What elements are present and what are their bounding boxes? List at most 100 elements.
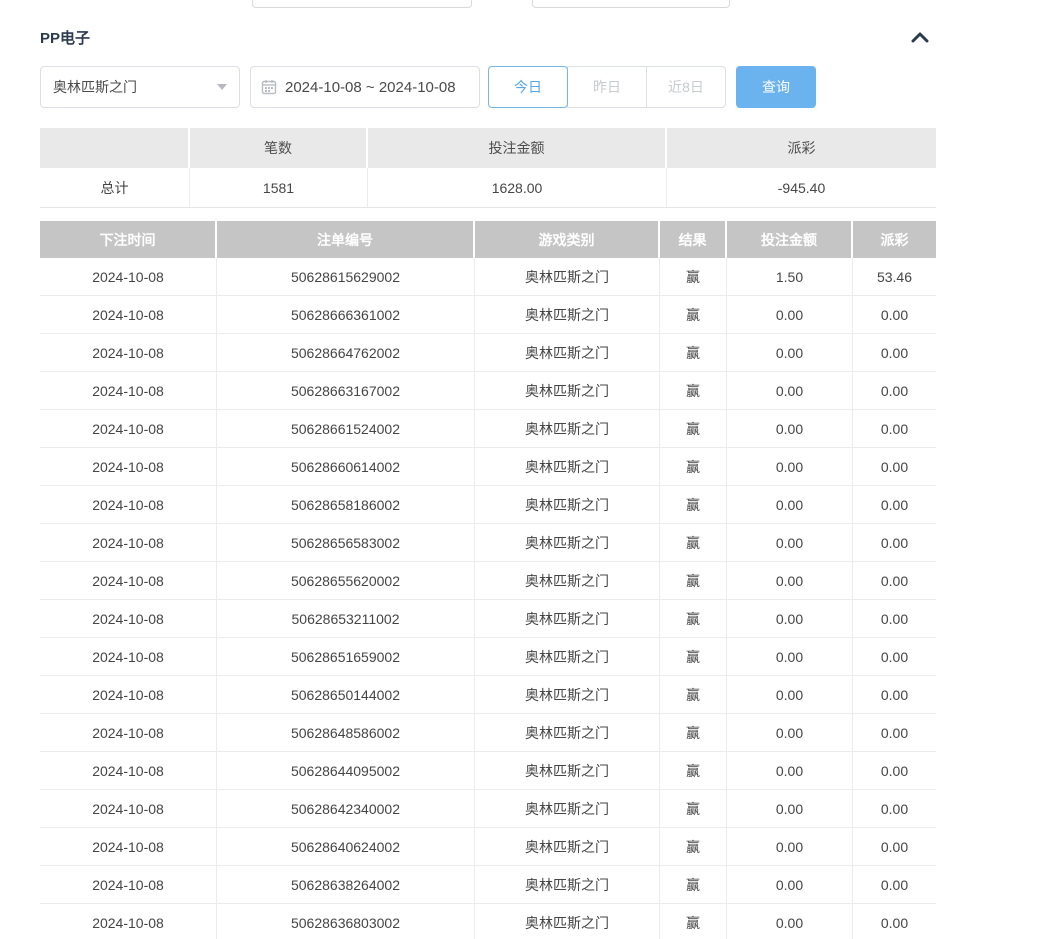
- cell-bet-amount: 0.00: [727, 828, 853, 865]
- table-row: 2024-10-0850628650144002奥林匹斯之门赢0.000.00: [40, 676, 936, 714]
- cell-result: 赢: [660, 638, 727, 675]
- yesterday-button[interactable]: 昨日: [567, 66, 647, 108]
- cell-result: 赢: [660, 372, 727, 409]
- summary-bet-amount-value: 1628.00: [368, 168, 667, 207]
- table-row: 2024-10-0850628661524002奥林匹斯之门赢0.000.00: [40, 410, 936, 448]
- cell-payout: 53.46: [853, 258, 936, 295]
- cell-bet-amount: 0.00: [727, 448, 853, 485]
- table-row: 2024-10-0850628666361002奥林匹斯之门赢0.000.00: [40, 296, 936, 334]
- cell-result: 赢: [660, 296, 727, 333]
- cell-bet-id: 50628663167002: [217, 372, 475, 409]
- table-row: 2024-10-0850628642340002奥林匹斯之门赢0.000.00: [40, 790, 936, 828]
- table-row: 2024-10-0850628648586002奥林匹斯之门赢0.000.00: [40, 714, 936, 752]
- cell-bet-amount: 0.00: [727, 638, 853, 675]
- top-partial-input-2[interactable]: [532, 0, 730, 8]
- cell-bet-amount: 1.50: [727, 258, 853, 295]
- cell-payout: 0.00: [853, 714, 936, 751]
- table-row: 2024-10-0850628638264002奥林匹斯之门赢0.000.00: [40, 866, 936, 904]
- cell-payout: 0.00: [853, 410, 936, 447]
- cell-bet-amount: 0.00: [727, 486, 853, 523]
- cell-game-type: 奥林匹斯之门: [475, 334, 660, 371]
- chevron-up-icon: [910, 30, 930, 44]
- cell-bet-amount: 0.00: [727, 600, 853, 637]
- date-range-value: 2024-10-08 ~ 2024-10-08: [285, 79, 456, 96]
- cell-result: 赢: [660, 904, 727, 939]
- cell-bet-id: 50628661524002: [217, 410, 475, 447]
- cell-game-type: 奥林匹斯之门: [475, 296, 660, 333]
- cell-payout: 0.00: [853, 866, 936, 903]
- cell-game-type: 奥林匹斯之门: [475, 904, 660, 939]
- collapse-section-button[interactable]: [904, 24, 936, 50]
- cell-game-type: 奥林匹斯之门: [475, 714, 660, 751]
- cell-payout: 0.00: [853, 752, 936, 789]
- cell-result: 赢: [660, 828, 727, 865]
- cell-payout: 0.00: [853, 638, 936, 675]
- cell-result: 赢: [660, 524, 727, 561]
- cell-bet-id: 50628615629002: [217, 258, 475, 295]
- cell-bet-time: 2024-10-08: [40, 562, 217, 599]
- table-row: 2024-10-0850628660614002奥林匹斯之门赢0.000.00: [40, 448, 936, 486]
- cell-game-type: 奥林匹斯之门: [475, 866, 660, 903]
- quick-date-button-group: 今日 昨日 近8日: [488, 66, 726, 108]
- cell-bet-time: 2024-10-08: [40, 828, 217, 865]
- cell-payout: 0.00: [853, 904, 936, 939]
- bet-records-table: 下注时间 注单编号 游戏类别 结果 投注金额 派彩 2024-10-085062…: [40, 221, 936, 939]
- header-bet-id: 注单编号: [217, 221, 475, 258]
- cell-bet-amount: 0.00: [727, 714, 853, 751]
- cell-bet-time: 2024-10-08: [40, 638, 217, 675]
- summary-table: 笔数 投注金额 派彩 总计 1581 1628.00 -945.40: [40, 128, 936, 208]
- cell-bet-amount: 0.00: [727, 866, 853, 903]
- cell-result: 赢: [660, 600, 727, 637]
- summary-header-count: 笔数: [190, 128, 368, 168]
- cell-bet-time: 2024-10-08: [40, 448, 217, 485]
- cell-bet-id: 50628648586002: [217, 714, 475, 751]
- table-row: 2024-10-0850628663167002奥林匹斯之门赢0.000.00: [40, 372, 936, 410]
- cell-game-type: 奥林匹斯之门: [475, 486, 660, 523]
- cell-bet-id: 50628650144002: [217, 676, 475, 713]
- cell-game-type: 奥林匹斯之门: [475, 790, 660, 827]
- cell-bet-amount: 0.00: [727, 676, 853, 713]
- pp-electronic-report-panel: PP电子 奥林匹斯之门 2024-10-08 ~: [0, 0, 1057, 939]
- cell-bet-id: 50628664762002: [217, 334, 475, 371]
- cell-game-type: 奥林匹斯之门: [475, 676, 660, 713]
- summary-payout-value: -945.40: [667, 168, 936, 207]
- cell-bet-time: 2024-10-08: [40, 600, 217, 637]
- cell-bet-amount: 0.00: [727, 372, 853, 409]
- cell-bet-id: 50628656583002: [217, 524, 475, 561]
- cell-bet-id: 50628636803002: [217, 904, 475, 939]
- calendar-icon: [261, 79, 277, 95]
- cell-bet-time: 2024-10-08: [40, 296, 217, 333]
- cell-bet-amount: 0.00: [727, 904, 853, 939]
- table-row: 2024-10-0850628644095002奥林匹斯之门赢0.000.00: [40, 752, 936, 790]
- header-payout: 派彩: [853, 221, 936, 258]
- table-row: 2024-10-0850628653211002奥林匹斯之门赢0.000.00: [40, 600, 936, 638]
- date-range-input[interactable]: 2024-10-08 ~ 2024-10-08: [250, 66, 480, 108]
- table-row: 2024-10-0850628658186002奥林匹斯之门赢0.000.00: [40, 486, 936, 524]
- summary-total-row: 总计 1581 1628.00 -945.40: [40, 168, 936, 208]
- game-select-value: 奥林匹斯之门: [53, 77, 137, 97]
- cell-payout: 0.00: [853, 676, 936, 713]
- cell-bet-id: 50628660614002: [217, 448, 475, 485]
- bet-table-body: 2024-10-0850628615629002奥林匹斯之门赢1.5053.46…: [40, 258, 936, 939]
- cell-game-type: 奥林匹斯之门: [475, 828, 660, 865]
- bet-table-header-row: 下注时间 注单编号 游戏类别 结果 投注金额 派彩: [40, 221, 936, 258]
- cell-game-type: 奥林匹斯之门: [475, 562, 660, 599]
- today-button[interactable]: 今日: [488, 66, 568, 108]
- cell-payout: 0.00: [853, 334, 936, 371]
- cell-bet-amount: 0.00: [727, 790, 853, 827]
- cell-result: 赢: [660, 752, 727, 789]
- header-game-type: 游戏类别: [475, 221, 660, 258]
- cell-payout: 0.00: [853, 448, 936, 485]
- last-8-days-button[interactable]: 近8日: [646, 66, 726, 108]
- cell-bet-id: 50628658186002: [217, 486, 475, 523]
- summary-total-label: 总计: [40, 168, 190, 207]
- table-row: 2024-10-0850628664762002奥林匹斯之门赢0.000.00: [40, 334, 936, 372]
- cell-bet-amount: 0.00: [727, 334, 853, 371]
- top-partial-input-1[interactable]: [252, 0, 472, 8]
- search-button[interactable]: 查询: [736, 66, 816, 108]
- summary-header-bet-amount: 投注金额: [368, 128, 667, 168]
- game-select[interactable]: 奥林匹斯之门: [40, 66, 240, 108]
- cell-bet-id: 50628653211002: [217, 600, 475, 637]
- cell-payout: 0.00: [853, 524, 936, 561]
- cell-game-type: 奥林匹斯之门: [475, 372, 660, 409]
